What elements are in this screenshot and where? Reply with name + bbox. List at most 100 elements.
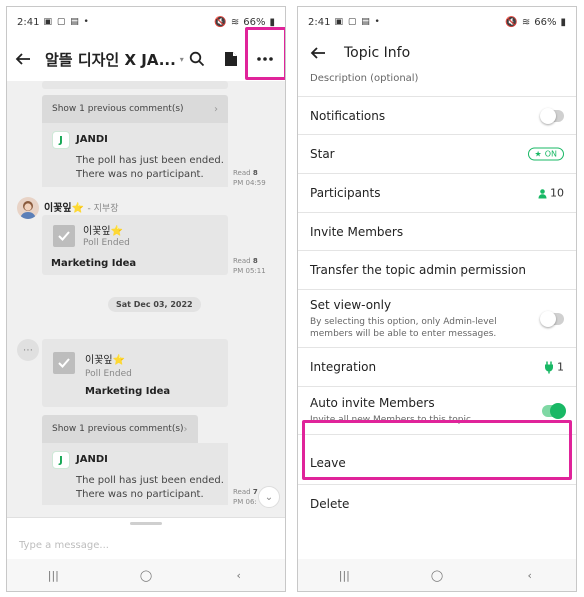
sender-display-name: 이꽃잎⭐ (44, 203, 85, 214)
poll-title: Marketing Idea (85, 386, 171, 397)
highlight-auto-invite (302, 420, 572, 480)
setting-label: Transfer the topic admin permission (310, 263, 526, 277)
show-previous-label: Show 1 previous comment(s) (52, 104, 184, 114)
bot-message-line: The poll has just been ended. (76, 475, 224, 486)
delete-button[interactable]: Delete (298, 485, 576, 523)
read-count: 8 (252, 169, 258, 177)
star-toggle[interactable]: ★ ON (527, 147, 564, 161)
wifi-icon: ≋ (521, 16, 531, 28)
message-time: PM 04:59 (233, 179, 266, 187)
status-right: 🔇 ≋ 66% ▮ (214, 17, 275, 28)
setting-label: Delete (310, 497, 350, 511)
search-icon (189, 51, 204, 67)
page-title: Topic Info (344, 45, 411, 61)
message-time: PM 05:11 (233, 267, 266, 275)
message-meta: Read 8 PM 05:11 (233, 256, 266, 276)
integration-count: 1 (557, 360, 564, 374)
jandi-logo-icon: J (52, 451, 70, 469)
setting-label: Notifications (310, 108, 386, 123)
drag-handle[interactable] (130, 522, 162, 525)
auto-invite-toggle[interactable] (542, 402, 566, 419)
battery-icon: ▮ (560, 16, 566, 28)
setting-star[interactable]: Star ★ ON (298, 135, 576, 174)
view-only-toggle[interactable] (540, 310, 564, 327)
read-label: Read (233, 169, 251, 177)
status-right: 🔇 ≋ 66% ▮ (505, 17, 566, 28)
message-bubble-top (42, 81, 228, 89)
read-count: 8 (252, 257, 258, 265)
setting-transfer-admin[interactable]: Transfer the topic admin permission (298, 251, 576, 290)
topic-title[interactable]: 알뜰 디자인 X JA... (45, 49, 176, 70)
chat-screen: 2:41 ▣ ▢ ▤ • 🔇 ≋ 66% ▮ 알뜰 디자인 X JA... ▾ (6, 6, 286, 592)
file-icon (224, 52, 237, 66)
setting-label: Participants (310, 186, 381, 200)
home-button[interactable]: ◯ (417, 569, 457, 582)
date-divider: Sat Dec 03, 2022 (108, 297, 201, 312)
show-previous-comments[interactable]: Show 1 previous comment(s) › (42, 415, 198, 443)
status-time: 2:41 (17, 16, 40, 28)
topic-info-screen: 2:41 ▣ ▢ ▤ • 🔇 ≋ 66% ▮ Topic Info Descri… (297, 6, 577, 592)
show-previous-label: Show 1 previous comment(s) (52, 424, 184, 434)
description-field[interactable]: Description (optional) (298, 69, 576, 97)
mute-icon: 🔇 (214, 16, 227, 28)
participant-count: 10 (550, 186, 564, 200)
battery-icon: ▮ (269, 16, 275, 28)
star-value: ON (544, 149, 557, 159)
recent-apps-button[interactable]: ||| (324, 569, 364, 582)
back-button[interactable] (306, 41, 330, 65)
avatar[interactable] (17, 197, 39, 219)
system-nav-bar: ||| ◯ ‹ (298, 559, 576, 591)
poll-status: Poll Ended (83, 238, 130, 248)
nav-back-button[interactable]: ‹ (219, 569, 259, 582)
search-button[interactable] (184, 46, 210, 72)
setting-invite-members[interactable]: Invite Members (298, 213, 576, 251)
message-meta: Read 8 PM 04:59 (233, 168, 266, 188)
notification-icons: ▣ ▢ ▤ • (43, 17, 90, 27)
poll-icon (53, 352, 75, 374)
setting-view-only[interactable]: Set view-only By selecting this option, … (298, 290, 576, 348)
message-input[interactable]: Type a message... (19, 540, 109, 551)
poll-icon (53, 225, 75, 247)
poll-author: 이꽃잎⭐ (85, 355, 126, 366)
bot-message-text: The poll has just been ended. There was … (76, 474, 224, 502)
person-icon (538, 188, 547, 198)
setting-integration[interactable]: Integration 1 (298, 348, 576, 387)
recent-apps-button[interactable]: ||| (33, 569, 73, 582)
bot-message-line: There was no participant. (76, 489, 204, 500)
setting-label: Star (310, 147, 335, 161)
setting-label: Set view-only (310, 297, 392, 312)
sender-name[interactable]: 이꽃잎⭐ - 지부장 (44, 199, 119, 214)
message-list[interactable]: Show 1 previous comment(s) › J JANDI The… (7, 81, 285, 517)
wifi-icon: ≋ (230, 16, 240, 28)
notifications-toggle[interactable] (540, 107, 564, 124)
user-avatar-icon (20, 201, 36, 219)
scroll-to-bottom-button[interactable]: ⌄ (258, 486, 280, 508)
message-composer: Type a message... (7, 517, 285, 561)
bot-message-text: The poll has just been ended. There was … (76, 154, 224, 182)
message-time: PM 06: (233, 498, 257, 506)
poll-status: Poll Ended (85, 369, 132, 379)
plug-icon (545, 361, 553, 373)
bot-message-line: The poll has just been ended. (76, 155, 224, 166)
back-button[interactable] (15, 47, 31, 71)
system-avatar-icon: ⋯ (17, 339, 39, 361)
highlight-more-button (245, 27, 285, 80)
setting-notifications[interactable]: Notifications (298, 97, 576, 135)
chevron-right-icon: › (214, 103, 218, 115)
file-button[interactable] (218, 46, 244, 72)
setting-label: Integration (310, 360, 377, 374)
setting-label: Invite Members (310, 224, 404, 239)
arrow-left-icon (15, 53, 30, 65)
status-bar: 2:41 ▣ ▢ ▤ • 🔇 ≋ 66% ▮ (7, 7, 285, 37)
read-label: Read (233, 488, 251, 496)
bot-name: JANDI (76, 454, 108, 465)
nav-back-button[interactable]: ‹ (510, 569, 550, 582)
chevron-down-icon: ⌄ (264, 491, 274, 503)
system-nav-bar: ||| ◯ ‹ (7, 559, 285, 591)
star-icon: ★ (534, 149, 542, 159)
show-previous-comments[interactable]: Show 1 previous comment(s) › (42, 95, 228, 123)
topic-info-header: Topic Info (298, 37, 576, 69)
home-button[interactable]: ◯ (126, 569, 166, 582)
setting-participants[interactable]: Participants 10 (298, 174, 576, 213)
bot-name: JANDI (76, 134, 108, 145)
